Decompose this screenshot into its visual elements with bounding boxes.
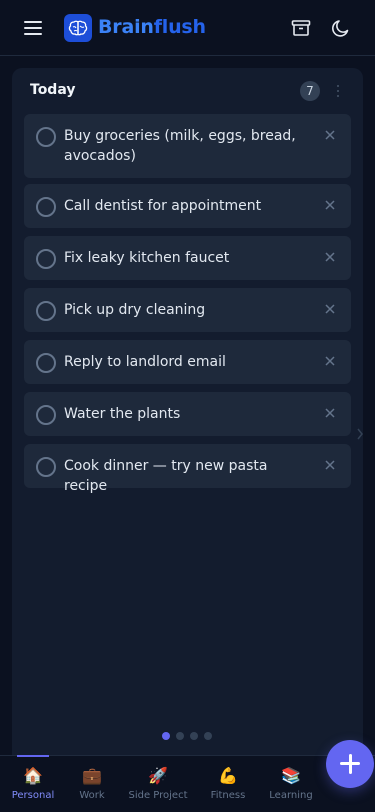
task-item[interactable]: Cook dinner — try new pasta recipe <box>24 444 351 494</box>
brand-name-part2: flush <box>153 16 206 38</box>
task-checkbox[interactable] <box>36 405 56 425</box>
task-text: Water the plants <box>64 406 181 422</box>
app-root: Brainflush Today 7 Buy groceries (milk, … <box>0 0 375 812</box>
column-more-icon[interactable] <box>332 82 344 100</box>
page-dot[interactable] <box>162 732 170 740</box>
flexed-biceps-icon: 💪 <box>218 766 238 785</box>
brand-name-part1: Brain <box>98 16 154 38</box>
tab-learning[interactable]: 📚 Learning <box>261 766 321 806</box>
task-checkbox[interactable] <box>36 353 56 373</box>
moon-icon[interactable] <box>330 17 352 39</box>
tab-label: Learning <box>269 790 313 801</box>
tab-label: Personal <box>11 790 55 801</box>
column-pagination <box>162 732 212 740</box>
chevron-right-icon[interactable] <box>356 428 364 440</box>
tab-fitness[interactable]: 💪 Fitness <box>198 766 258 806</box>
tab-personal[interactable]: 🏠 Personal <box>3 766 63 806</box>
task-checkbox[interactable] <box>36 249 56 269</box>
bottom-nav: 🏠 Personal 💼 Work 🚀 Side Project 💪 Fitne… <box>0 755 375 812</box>
task-text: Reply to landlord email <box>64 354 226 370</box>
task-item[interactable]: Water the plants <box>24 392 351 436</box>
delete-icon[interactable] <box>323 128 337 142</box>
briefcase-icon: 💼 <box>82 766 102 785</box>
menu-icon[interactable] <box>22 18 46 38</box>
tab-work[interactable]: 💼 Work <box>62 766 122 806</box>
delete-icon[interactable] <box>323 302 337 316</box>
task-item[interactable]: Fix leaky kitchen faucet <box>24 236 351 280</box>
task-text: Buy groceries (milk, eggs, bread, avocad… <box>64 128 296 164</box>
tab-label: Work <box>79 790 105 801</box>
delete-icon[interactable] <box>323 406 337 420</box>
task-text: Fix leaky kitchen faucet <box>64 250 230 266</box>
task-checkbox[interactable] <box>36 197 56 217</box>
today-column: Today 7 Buy groceries (milk, eggs, bread… <box>12 68 363 768</box>
tab-side-project[interactable]: 🚀 Side Project <box>128 766 188 806</box>
books-icon: 📚 <box>281 766 301 785</box>
add-task-button[interactable] <box>326 740 374 788</box>
task-item[interactable]: Reply to landlord email <box>24 340 351 384</box>
page-dot[interactable] <box>204 732 212 740</box>
page-dot[interactable] <box>176 732 184 740</box>
tab-label: Side Project <box>128 790 188 801</box>
column-title: Today <box>30 82 76 98</box>
page-dot[interactable] <box>190 732 198 740</box>
task-checkbox[interactable] <box>36 127 56 147</box>
task-item[interactable]: Buy groceries (milk, eggs, bread, avocad… <box>24 114 351 178</box>
task-text: Call dentist for appointment <box>64 198 262 214</box>
task-text: Pick up dry cleaning <box>64 302 206 318</box>
delete-icon[interactable] <box>323 250 337 264</box>
delete-icon[interactable] <box>323 354 337 368</box>
delete-icon[interactable] <box>323 458 337 472</box>
task-checkbox[interactable] <box>36 457 56 477</box>
active-tab-indicator <box>17 755 49 757</box>
top-bar: Brainflush <box>0 0 375 56</box>
brain-logo-icon <box>64 14 92 42</box>
task-checkbox[interactable] <box>36 301 56 321</box>
task-item[interactable]: Call dentist for appointment <box>24 184 351 228</box>
brand-name: Brainflush <box>98 16 206 38</box>
task-item[interactable]: Pick up dry cleaning <box>24 288 351 332</box>
archive-icon[interactable] <box>290 18 312 38</box>
tab-label: Fitness <box>210 790 246 801</box>
delete-icon[interactable] <box>323 198 337 212</box>
task-count-badge: 7 <box>300 81 320 101</box>
house-icon: 🏠 <box>23 766 43 785</box>
rocket-icon: 🚀 <box>148 766 168 785</box>
task-text: Cook dinner — try new pasta recipe <box>64 458 268 494</box>
